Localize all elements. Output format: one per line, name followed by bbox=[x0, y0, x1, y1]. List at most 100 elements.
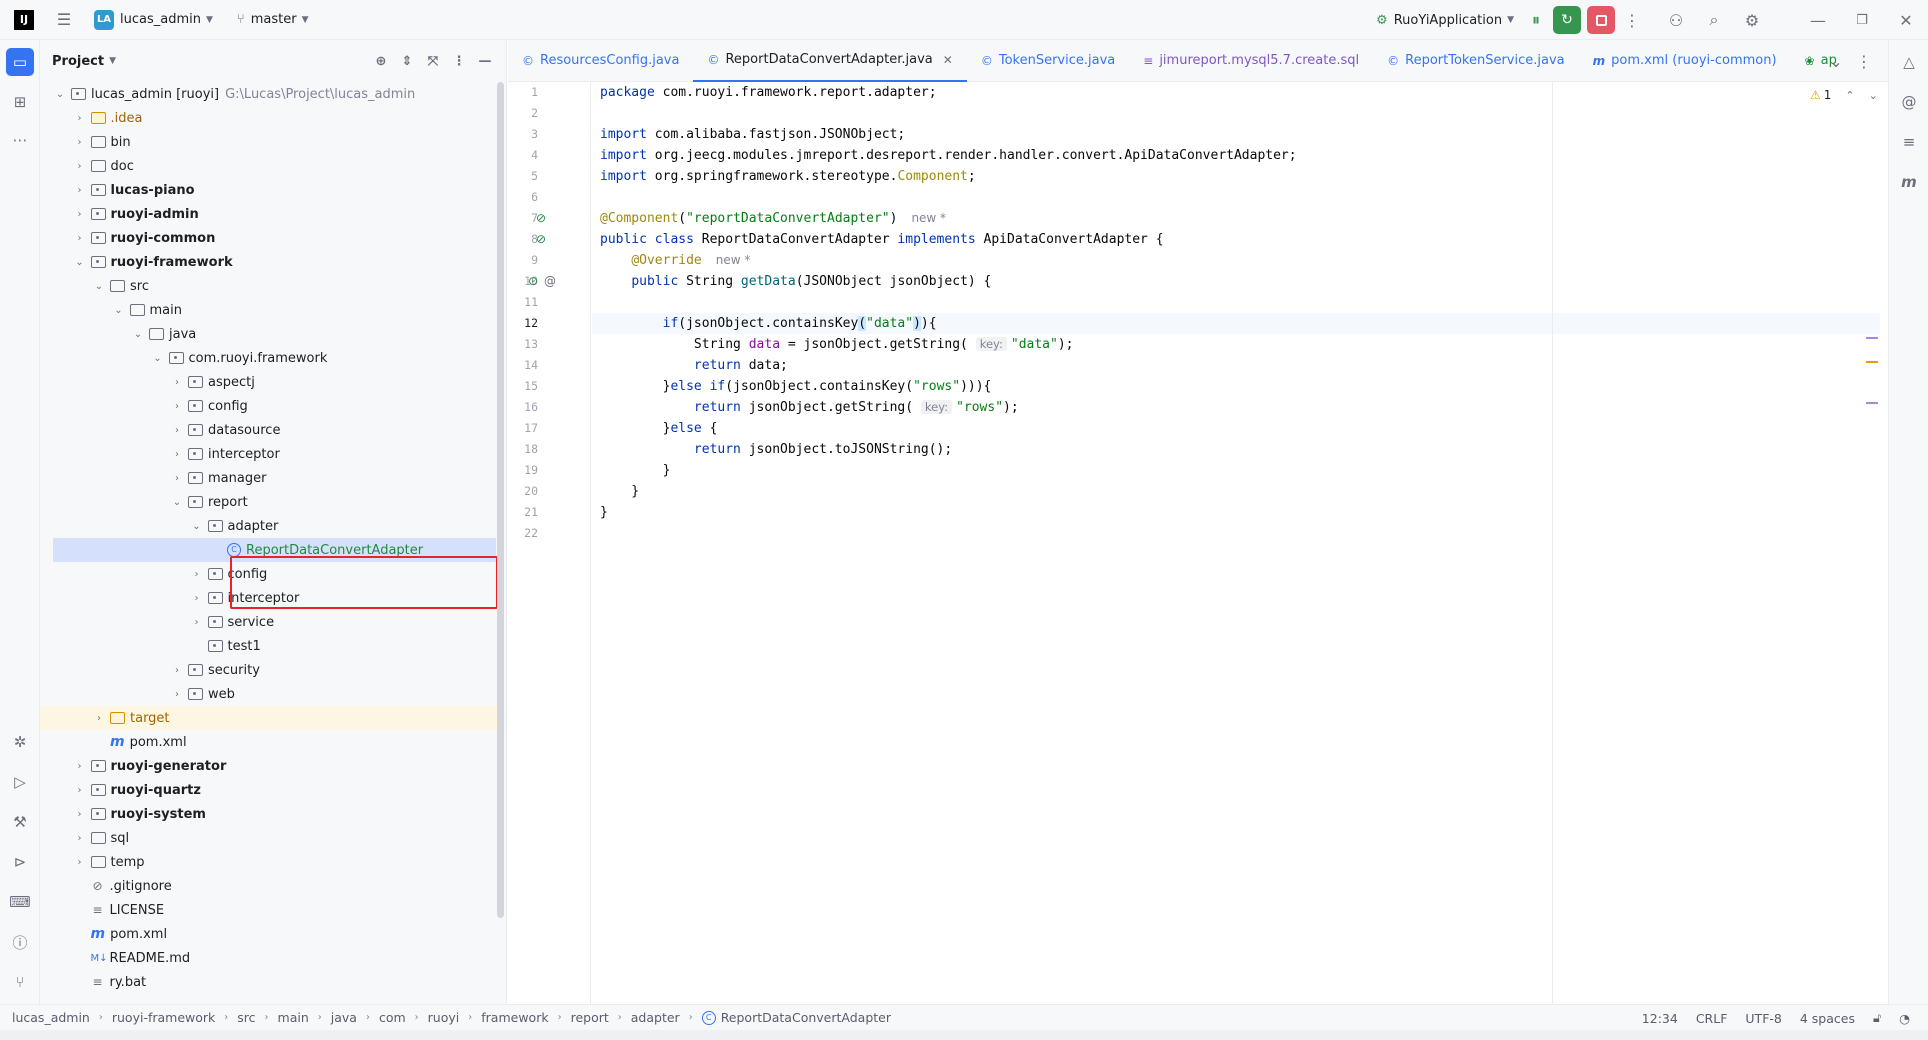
file-encoding[interactable]: UTF-8 bbox=[1745, 1011, 1781, 1026]
warning-indicator[interactable]: ⚠ 1 ⌃ ⌄ bbox=[1810, 88, 1878, 102]
editor-tab[interactable]: m pom.xml (ruoyi-common) bbox=[1579, 40, 1791, 82]
chevron-right-icon[interactable]: › bbox=[73, 857, 87, 868]
hide-icon[interactable]: — bbox=[472, 47, 498, 75]
breadcrumb-item[interactable]: ReportDataConvertAdapter bbox=[721, 1010, 891, 1025]
chevron-right-icon[interactable]: › bbox=[170, 449, 184, 460]
terminal-tool-icon[interactable]: ⌨ bbox=[6, 888, 34, 916]
code-line[interactable]: } bbox=[592, 460, 1880, 481]
breadcrumb-item[interactable]: java bbox=[331, 1010, 357, 1025]
code-line[interactable]: }else { bbox=[592, 418, 1880, 439]
chevron-down-icon[interactable]: ⌄ bbox=[190, 521, 204, 532]
breadcrumb-item[interactable]: src bbox=[237, 1010, 255, 1025]
indent-setting[interactable]: 4 spaces bbox=[1800, 1011, 1855, 1026]
scroll-marker[interactable] bbox=[1866, 402, 1878, 404]
chevron-right-icon[interactable]: › bbox=[170, 377, 184, 388]
tree-row[interactable]: m pom.xml bbox=[40, 922, 500, 946]
project-tool-icon[interactable]: ▭ bbox=[6, 48, 34, 76]
more-tools-icon[interactable]: ⋯ bbox=[6, 126, 34, 154]
tree-row[interactable]: ⌄ java bbox=[40, 322, 500, 346]
expand-all-icon[interactable]: ⇕ bbox=[394, 47, 420, 75]
hamburger-icon[interactable]: ☰ bbox=[50, 6, 78, 34]
breadcrumb-item[interactable]: com bbox=[379, 1010, 406, 1025]
code-line[interactable]: } bbox=[592, 502, 1880, 523]
tree-row[interactable]: › security bbox=[40, 658, 500, 682]
chevron-right-icon[interactable]: › bbox=[73, 761, 87, 772]
ai-assistant-icon[interactable]: @ bbox=[1895, 88, 1923, 116]
structure-tool-icon[interactable]: ⊞ bbox=[6, 88, 34, 116]
build-tool-icon[interactable]: ⚒ bbox=[6, 808, 34, 836]
override-icon[interactable]: ⊙ bbox=[528, 271, 538, 292]
breadcrumb-item[interactable]: report bbox=[571, 1010, 609, 1025]
add-user-icon[interactable]: ⚇ bbox=[1662, 6, 1690, 34]
tree-row[interactable]: ≡ ry.bat bbox=[40, 970, 500, 994]
close-icon[interactable]: ✕ bbox=[1884, 6, 1928, 34]
locate-icon[interactable]: ⊕ bbox=[368, 47, 394, 75]
tree-row[interactable]: › config bbox=[40, 394, 500, 418]
prev-highlight-icon[interactable]: ⌃ bbox=[1845, 89, 1854, 102]
tab-options-icon[interactable]: ⋮ bbox=[1850, 47, 1878, 75]
chevron-right-icon[interactable]: › bbox=[170, 689, 184, 700]
maven-icon[interactable]: m bbox=[1895, 168, 1923, 196]
code-line[interactable] bbox=[592, 523, 1880, 544]
next-highlight-icon[interactable]: ⌄ bbox=[1869, 89, 1878, 102]
code-line[interactable]: return data; bbox=[592, 355, 1880, 376]
caret-position[interactable]: 12:34 bbox=[1642, 1011, 1678, 1026]
breadcrumb-item[interactable]: lucas_admin bbox=[12, 1010, 90, 1025]
tree-row[interactable]: › lucas-piano bbox=[40, 178, 500, 202]
tree-row[interactable]: ⌄ lucas_admin [ruoyi] G:\Lucas\Project\luc… bbox=[40, 82, 500, 106]
code-line[interactable]: } bbox=[592, 481, 1880, 502]
rerun-icon[interactable]: ↻ bbox=[1553, 6, 1581, 34]
tree-row[interactable]: › service bbox=[40, 610, 500, 634]
git-tool-icon[interactable]: ⑂ bbox=[6, 968, 34, 996]
chevron-down-icon[interactable]: ⌄ bbox=[112, 305, 126, 316]
chevron-right-icon[interactable]: › bbox=[190, 617, 204, 628]
code-line[interactable]: package com.ruoyi.framework.report.adapt… bbox=[592, 82, 1880, 103]
settings-icon[interactable]: ⚙ bbox=[1738, 6, 1766, 34]
debug-icon[interactable]: ⏸ bbox=[1522, 6, 1550, 34]
tree-row[interactable]: › manager bbox=[40, 466, 500, 490]
chevron-down-icon[interactable]: ⌄ bbox=[170, 497, 184, 508]
options-icon[interactable]: ⋮ bbox=[446, 47, 472, 75]
chevron-right-icon[interactable]: › bbox=[73, 137, 87, 148]
tree-row[interactable]: › datasource bbox=[40, 418, 500, 442]
chevron-right-icon[interactable]: › bbox=[170, 473, 184, 484]
code-editor[interactable]: 1 2 3 4 5 6 7 ⊘ 8 ⊘ 9 10 ⊙ @11 12 13 14 15 16 17 18 19 20 21 22 … bbox=[508, 82, 1880, 1013]
chevron-right-icon[interactable]: › bbox=[92, 713, 106, 724]
editor-gutter[interactable]: 1 2 3 4 5 6 7 ⊘ 8 ⊘ 9 10 ⊙ @11 12 13 14 15 16 17 18 19 20 21 22 bbox=[508, 82, 591, 1013]
chevron-right-icon[interactable]: › bbox=[73, 209, 87, 220]
tab-list-chevron-icon[interactable]: ⌄ bbox=[1822, 47, 1850, 75]
code-line[interactable] bbox=[592, 103, 1880, 124]
project-panel-header[interactable]: Project ▼ ⊕ ⇕ ⤧ ⋮ — bbox=[40, 40, 506, 82]
debug-tool-icon[interactable]: ✲ bbox=[6, 728, 34, 756]
breadcrumb-item[interactable]: ruoyi-framework bbox=[112, 1010, 215, 1025]
breadcrumb-item[interactable]: main bbox=[278, 1010, 309, 1025]
chevron-down-icon[interactable]: ⌄ bbox=[131, 329, 145, 340]
chevron-right-icon[interactable]: › bbox=[170, 665, 184, 676]
tree-row[interactable]: ⌄ src bbox=[40, 274, 500, 298]
code-line[interactable] bbox=[592, 187, 1880, 208]
code-line[interactable]: }else if(jsonObject.containsKey("rows"))… bbox=[592, 376, 1880, 397]
tree-row[interactable]: › doc bbox=[40, 154, 500, 178]
tree-row[interactable]: ⌄ main bbox=[40, 298, 500, 322]
line-separator[interactable]: CRLF bbox=[1696, 1011, 1728, 1026]
code-line[interactable]: public class ReportDataConvertAdapter im… bbox=[592, 229, 1880, 250]
stop-icon[interactable] bbox=[1587, 6, 1615, 34]
tree-row[interactable]: ⌄ ruoyi-framework bbox=[40, 250, 500, 274]
chevron-right-icon[interactable]: › bbox=[73, 161, 87, 172]
more-icon[interactable]: ⋮ bbox=[1618, 6, 1646, 34]
problems-tool-icon[interactable]: ⓘ bbox=[6, 928, 34, 956]
tree-row[interactable]: › ruoyi-common bbox=[40, 226, 500, 250]
branch-selector[interactable]: ⑂ master ▼ bbox=[229, 6, 317, 34]
chevron-right-icon[interactable]: › bbox=[73, 809, 87, 820]
tree-row[interactable]: › ruoyi-generator bbox=[40, 754, 500, 778]
tree-row[interactable]: › sql bbox=[40, 826, 500, 850]
project-selector[interactable]: LA lucas_admin ▼ bbox=[86, 6, 221, 34]
chevron-right-icon[interactable]: › bbox=[73, 785, 87, 796]
tree-row[interactable]: › .idea bbox=[40, 106, 500, 130]
tree-row[interactable]: › ruoyi-admin bbox=[40, 202, 500, 226]
notifications-icon[interactable]: △ bbox=[1895, 48, 1923, 76]
chevron-right-icon[interactable]: › bbox=[73, 113, 87, 124]
scroll-marker[interactable] bbox=[1866, 361, 1878, 363]
breadcrumb-item[interactable]: ruoyi bbox=[428, 1010, 460, 1025]
run-config-selector[interactable]: ⚙ RuoYiApplication ▼ bbox=[1368, 6, 1522, 34]
